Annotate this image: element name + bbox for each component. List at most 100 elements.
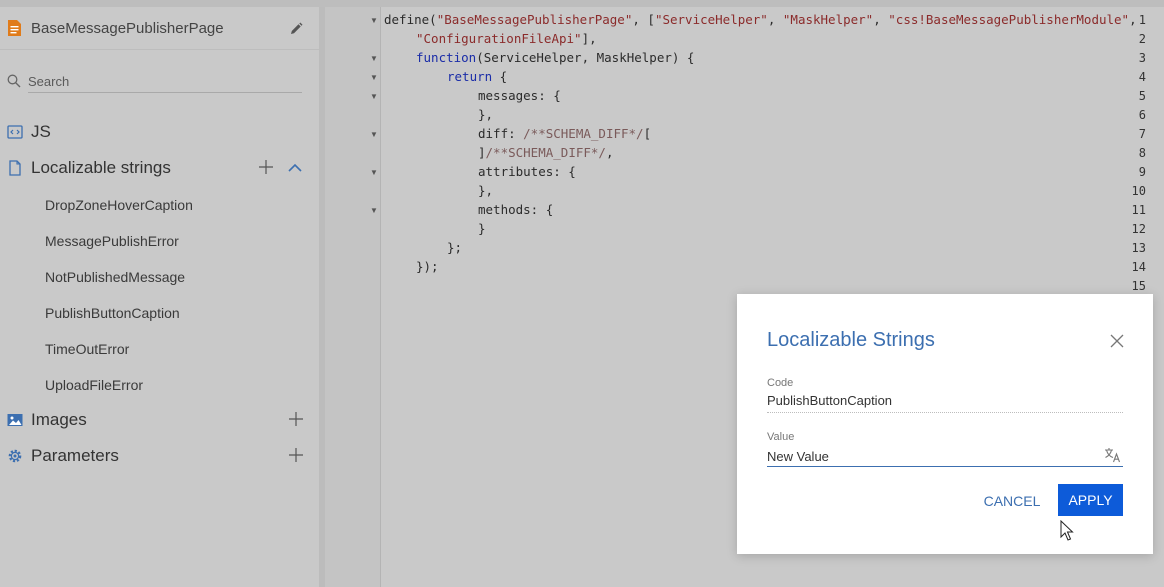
chevron-up-icon[interactable] (287, 161, 303, 175)
code-line: ]/**SCHEMA_DIFF*/, (478, 145, 613, 160)
code-line: function(ServiceHelper, MaskHelper) { (416, 50, 694, 65)
code-token: , [ (632, 12, 655, 27)
line-number: 1 (1138, 13, 1146, 27)
code-token: { (492, 69, 508, 84)
fold-arrow-icon[interactable]: ▼ (370, 206, 378, 215)
code-line: }, (478, 107, 494, 122)
line-number: 10 (1131, 184, 1146, 198)
translate-icon[interactable] (1104, 447, 1122, 463)
line-number: 2 (1138, 32, 1146, 46)
value-label: Value (767, 431, 795, 443)
file-icon (9, 160, 21, 176)
code-line: attributes: { (478, 164, 576, 179)
add-parameter-icon[interactable] (288, 447, 304, 463)
code-token: define( (384, 12, 437, 27)
code-token: "ServiceHelper" (654, 12, 768, 27)
line-number: 9 (1138, 165, 1146, 179)
cancel-button[interactable]: CANCEL (983, 486, 1041, 516)
fold-arrow-icon[interactable]: ▼ (370, 168, 378, 177)
value-field[interactable] (767, 446, 1097, 466)
code-token: "css!BaseMessagePublisherModule" (888, 12, 1130, 27)
search-icon (7, 74, 21, 88)
sidebar: BaseMessagePublisherPage JS Localizable … (0, 7, 319, 587)
code-token: return (447, 69, 493, 84)
fold-arrow-icon[interactable]: ▼ (370, 54, 378, 63)
sidebar-item-images[interactable]: Images (0, 405, 319, 435)
sidebar-item-label: Localizable strings (31, 158, 171, 177)
code-token: diff: (478, 126, 524, 141)
code-token: /**SCHEMA_DIFF*/ (485, 145, 606, 160)
line-number: 15 (1131, 279, 1146, 293)
code-token: "BaseMessagePublisherPage" (436, 12, 633, 27)
code-token: (ServiceHelper, MaskHelper) { (476, 50, 695, 65)
apply-button[interactable]: APPLY (1058, 484, 1123, 516)
code-line: messages: { (478, 88, 561, 103)
code-file-icon (7, 125, 23, 139)
line-number: 14 (1131, 260, 1146, 274)
search-input[interactable] (28, 70, 302, 93)
code-label: Code (767, 377, 794, 389)
sidebar-header: BaseMessagePublisherPage (0, 7, 319, 50)
line-number: 5 (1138, 89, 1146, 103)
fold-arrow-icon[interactable]: ▼ (370, 92, 378, 101)
add-image-icon[interactable] (288, 411, 304, 427)
fold-arrow-icon[interactable]: ▼ (370, 73, 378, 82)
code-token: , (1129, 12, 1137, 27)
top-strip (0, 0, 1164, 7)
code-token: [ (643, 126, 652, 141)
localizable-string-item[interactable]: DropZoneHoverCaption (45, 197, 193, 213)
code-token: "MaskHelper" (782, 12, 874, 27)
code-line: methods: { (478, 202, 554, 217)
line-number: 3 (1138, 51, 1146, 65)
localizable-string-item[interactable]: MessagePublishError (45, 233, 179, 249)
line-number: 8 (1138, 146, 1146, 160)
line-number: 12 (1131, 222, 1146, 236)
localizable-string-item[interactable]: TimeOutError (45, 341, 129, 357)
code-token: ] (478, 145, 486, 160)
code-token: function (416, 50, 477, 65)
code-line: define("BaseMessagePublisherPage", ["Ser… (384, 12, 1137, 27)
pencil-icon[interactable] (289, 22, 303, 36)
code-value: PublishButtonCaption (767, 393, 893, 408)
page-title: BaseMessagePublisherPage (31, 20, 224, 37)
gear-icon (8, 449, 22, 463)
code-line: diff: /**SCHEMA_DIFF*/[ (478, 126, 651, 141)
sidebar-item-label: Parameters (31, 446, 119, 465)
fold-arrow-icon[interactable]: ▼ (370, 16, 378, 25)
line-number: 7 (1138, 127, 1146, 141)
code-token: , (767, 12, 783, 27)
mouse-cursor-icon (1060, 520, 1074, 541)
line-number: 13 (1131, 241, 1146, 255)
line-number: 6 (1138, 108, 1146, 122)
line-number: 4 (1138, 70, 1146, 84)
code-line: "ConfigurationFileApi"], (416, 31, 597, 46)
code-token: "ConfigurationFileApi" (416, 31, 582, 46)
code-line: }); (416, 259, 439, 274)
image-icon (7, 414, 23, 426)
localizable-string-item[interactable]: PublishButtonCaption (45, 305, 180, 321)
dialog-title: Localizable Strings (767, 329, 935, 351)
localizable-string-item[interactable]: UploadFileError (45, 377, 143, 393)
value-field-underline (767, 466, 1123, 467)
code-line: }, (478, 183, 494, 198)
sidebar-item-label: JS (31, 122, 51, 141)
localizable-strings-dialog: Localizable Strings Code PublishButtonCa… (737, 294, 1153, 554)
localizable-string-item[interactable]: NotPublishedMessage (45, 269, 185, 285)
sidebar-item-parameters[interactable]: Parameters (0, 441, 319, 471)
code-line: } (478, 221, 486, 236)
line-number: 11 (1131, 203, 1146, 217)
code-token: , (873, 12, 889, 27)
code-field-underline (767, 412, 1123, 413)
add-localizable-string-icon[interactable] (258, 159, 274, 175)
close-icon[interactable] (1110, 334, 1124, 348)
sidebar-item-label: Images (31, 410, 87, 429)
sidebar-item-js[interactable]: JS (0, 117, 319, 147)
code-line: }; (447, 240, 463, 255)
code-token: ], (581, 31, 597, 46)
document-icon (8, 20, 21, 36)
code-token: , (605, 145, 614, 160)
fold-arrow-icon[interactable]: ▼ (370, 130, 378, 139)
sidebar-item-localizable-strings[interactable]: Localizable strings (0, 153, 319, 183)
code-token: /**SCHEMA_DIFF*/ (523, 126, 644, 141)
code-line: return { (447, 69, 507, 84)
